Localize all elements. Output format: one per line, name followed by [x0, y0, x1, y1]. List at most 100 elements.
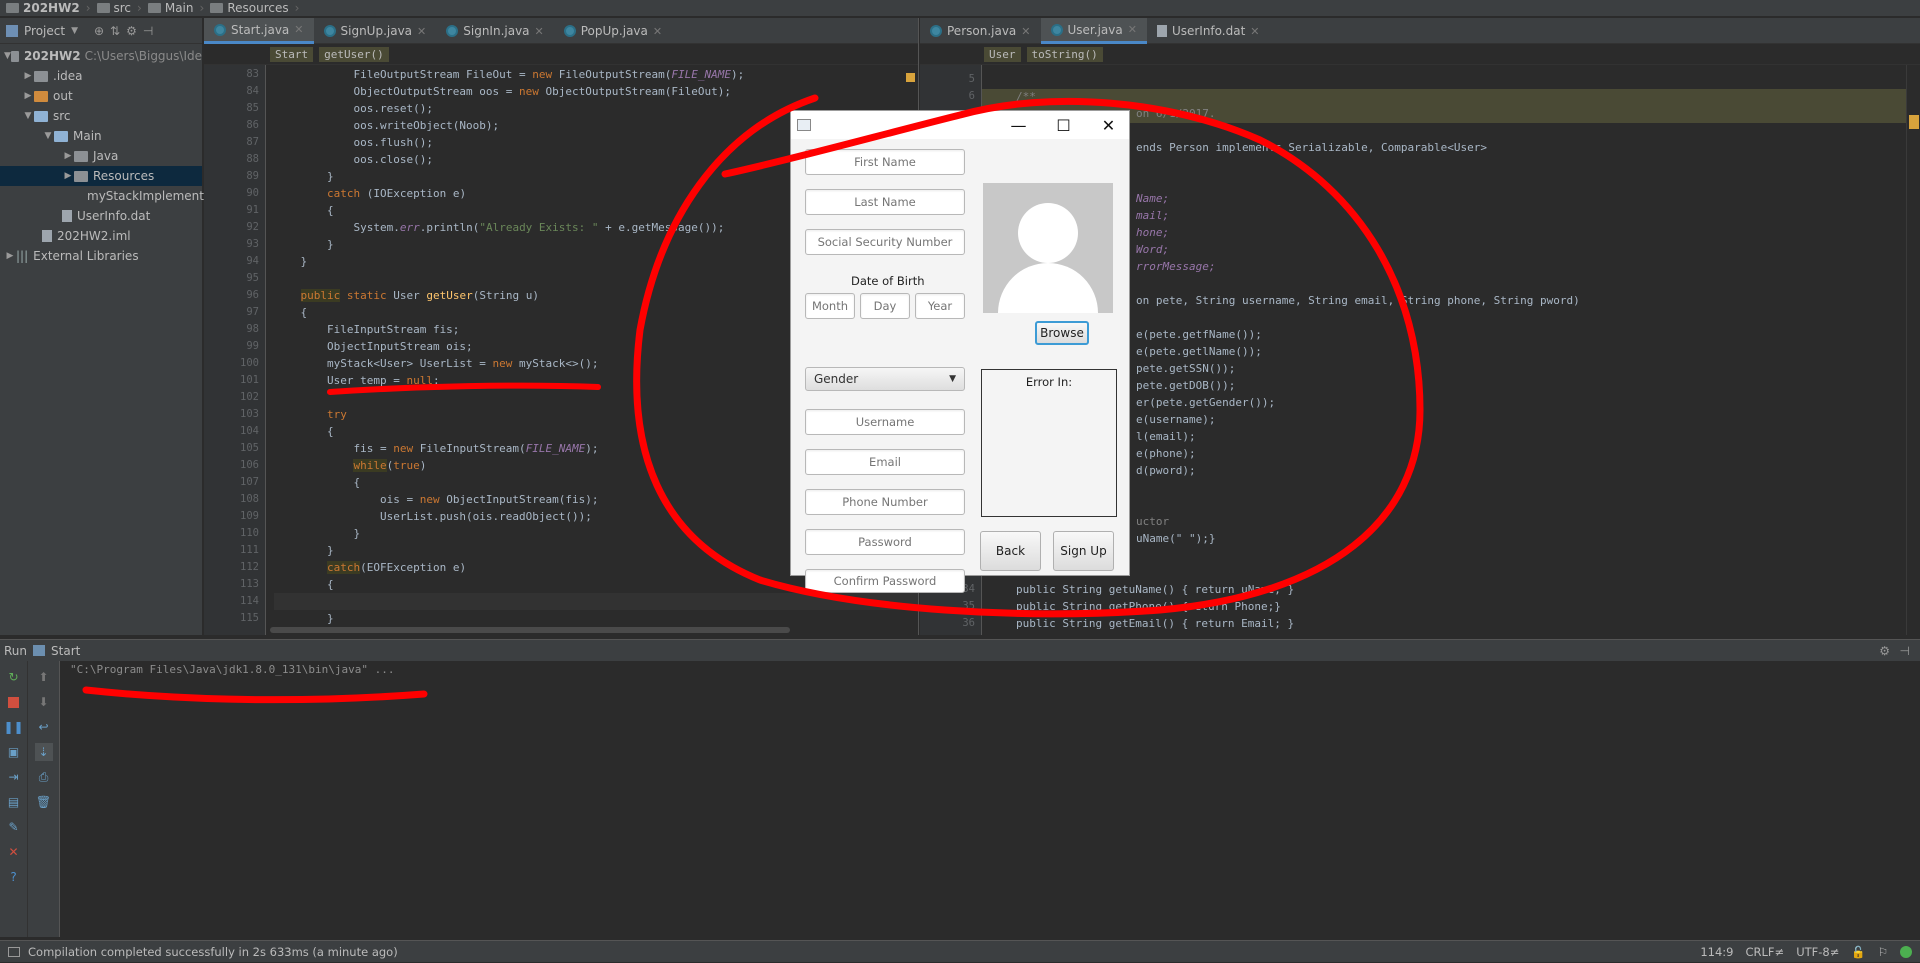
crumb-project[interactable]: 202HW2: [6, 1, 80, 15]
tree-item-mystack[interactable]: myStackImplement: [0, 186, 204, 206]
file-encoding[interactable]: UTF-8≠: [1796, 945, 1839, 959]
warning-marker-icon[interactable]: [1909, 115, 1919, 129]
expand-arrow-icon[interactable]: ▼: [4, 51, 11, 61]
tree-item-iml[interactable]: 202HW2.iml: [0, 226, 202, 246]
tree-item-java[interactable]: ▶ Java: [0, 146, 202, 166]
tree-item-main[interactable]: ▼ Main: [0, 126, 202, 146]
crumb-resources[interactable]: Resources: [210, 1, 289, 15]
breadcrumb-class[interactable]: User: [984, 47, 1021, 62]
day-field[interactable]: [860, 293, 910, 319]
warning-marker-icon[interactable]: [906, 73, 915, 82]
tab-popup-java[interactable]: PopUp.java ✕: [554, 18, 672, 44]
month-field[interactable]: [805, 293, 855, 319]
run-console[interactable]: [0, 661, 1920, 937]
arrow-down-icon[interactable]: ⬇: [35, 693, 53, 711]
expand-arrow-icon[interactable]: ▶: [4, 251, 16, 261]
gender-select[interactable]: Gender ▼: [805, 367, 965, 391]
soft-wrap-icon[interactable]: ↩: [35, 718, 53, 736]
browse-button[interactable]: Browse: [1035, 321, 1089, 345]
tree-item-userinfo[interactable]: UserInfo.dat: [0, 206, 202, 226]
login-icon[interactable]: ⇥: [5, 768, 23, 786]
tab-person-java[interactable]: Person.java ✕: [920, 18, 1041, 44]
breadcrumb-method[interactable]: getUser(): [319, 47, 389, 62]
print-icon[interactable]: ⎙: [35, 768, 53, 786]
crumb-src[interactable]: src: [96, 1, 131, 15]
tab-signin-java[interactable]: SignIn.java ✕: [436, 18, 554, 44]
signup-button[interactable]: Sign Up: [1053, 531, 1114, 571]
lock-icon[interactable]: 🔓: [1851, 945, 1865, 959]
sync-icon[interactable]: ⊕: [94, 24, 104, 38]
username-field[interactable]: [805, 409, 965, 435]
close-icon[interactable]: ✕: [653, 25, 662, 38]
close-button[interactable]: ✕: [1086, 111, 1131, 139]
tab-user-java[interactable]: User.java ✕: [1040, 18, 1147, 44]
close-icon[interactable]: ✕: [294, 23, 303, 36]
close-icon[interactable]: ✕: [1128, 23, 1137, 36]
tab-signup-java[interactable]: SignUp.java ✕: [314, 18, 437, 44]
line-separator[interactable]: CRLF≠: [1746, 945, 1785, 959]
arrow-up-icon[interactable]: ⬆: [35, 668, 53, 686]
tree-item-idea[interactable]: ▶ .idea: [0, 66, 202, 86]
expand-arrow-icon[interactable]: ▼: [42, 131, 54, 141]
error-stripe[interactable]: [1906, 65, 1920, 635]
expand-arrow-icon[interactable]: ▶: [62, 151, 74, 161]
scroll-to-end-icon[interactable]: ⇣: [34, 743, 53, 761]
pin-icon[interactable]: ✎: [5, 818, 23, 836]
last-name-field[interactable]: [805, 189, 965, 215]
hide-icon[interactable]: ⊣: [143, 24, 153, 38]
tool-window-icon[interactable]: [8, 946, 20, 957]
chevron-down-icon[interactable]: ▼: [71, 26, 78, 36]
phone-field[interactable]: [805, 489, 965, 515]
run-config-tab[interactable]: Start: [51, 644, 80, 658]
camera-icon[interactable]: ▣: [5, 743, 23, 761]
expand-arrow-icon[interactable]: ▶: [22, 71, 34, 81]
tree-item-resources[interactable]: ▶ Resources: [0, 166, 202, 186]
event-log-icon[interactable]: [1900, 946, 1912, 958]
horizontal-scrollbar[interactable]: [270, 627, 790, 633]
minimize-button[interactable]: —: [996, 111, 1041, 139]
caret-position[interactable]: 114:9: [1700, 945, 1733, 959]
close-icon[interactable]: ✕: [1250, 25, 1259, 38]
expand-arrow-icon[interactable]: ▶: [22, 91, 34, 101]
tree-item-project-root[interactable]: ▼ 202HW2 C:\Users\Biggus\Ide: [0, 46, 202, 66]
crumb-main[interactable]: Main: [147, 1, 194, 15]
email-field[interactable]: [805, 449, 965, 475]
year-field[interactable]: [915, 293, 965, 319]
project-view-selector[interactable]: Project: [24, 24, 65, 38]
back-button[interactable]: Back: [980, 531, 1041, 571]
breadcrumb-method[interactable]: toString(): [1026, 47, 1103, 62]
close-icon[interactable]: ✕: [1021, 25, 1030, 38]
gear-icon[interactable]: ⚙: [1879, 644, 1890, 658]
code-line: ends Person implements Serializable, Com…: [1136, 141, 1487, 154]
first-name-field[interactable]: [805, 149, 965, 175]
close-icon[interactable]: ✕: [5, 843, 23, 861]
git-icon[interactable]: ⚐: [1878, 945, 1888, 959]
tab-userinfo-dat[interactable]: UserInfo.dat ✕: [1147, 18, 1270, 44]
expand-arrow-icon[interactable]: ▶: [62, 171, 74, 181]
close-icon[interactable]: ✕: [535, 25, 544, 38]
hide-icon[interactable]: ⊣: [1900, 644, 1910, 658]
status-message[interactable]: Compilation completed successfully in 2s…: [28, 945, 398, 959]
tree-item-external-libraries[interactable]: ▶ ||| External Libraries: [0, 246, 202, 266]
help-icon[interactable]: ?: [5, 868, 23, 886]
tab-start-java[interactable]: Start.java ✕: [204, 18, 314, 44]
expand-arrow-icon[interactable]: ▼: [22, 111, 34, 121]
close-icon[interactable]: ✕: [417, 25, 426, 38]
stop-icon[interactable]: [5, 693, 23, 711]
breadcrumb-class[interactable]: Start: [270, 47, 314, 62]
dialog-titlebar[interactable]: — ☐ ✕: [791, 111, 1129, 139]
rerun-icon[interactable]: ↻: [5, 668, 23, 686]
layout-icon[interactable]: ▤: [5, 793, 23, 811]
ssn-field[interactable]: [805, 229, 965, 255]
tree-item-out[interactable]: ▶ out: [0, 86, 202, 106]
run-tab-label[interactable]: Run: [4, 644, 27, 658]
tree-item-src[interactable]: ▼ src: [0, 106, 202, 126]
collapse-icon[interactable]: ⇅: [110, 24, 120, 38]
password-field[interactable]: [805, 529, 965, 555]
right-code-area[interactable]: /** on 6/1/2017. ends Person implements …: [1016, 65, 1900, 635]
maximize-button[interactable]: ☐: [1041, 111, 1086, 139]
trash-icon[interactable]: 🗑: [35, 793, 53, 811]
pause-icon[interactable]: ❚❚: [3, 718, 23, 736]
gear-icon[interactable]: ⚙: [126, 24, 137, 38]
confirm-password-field[interactable]: [805, 569, 965, 593]
